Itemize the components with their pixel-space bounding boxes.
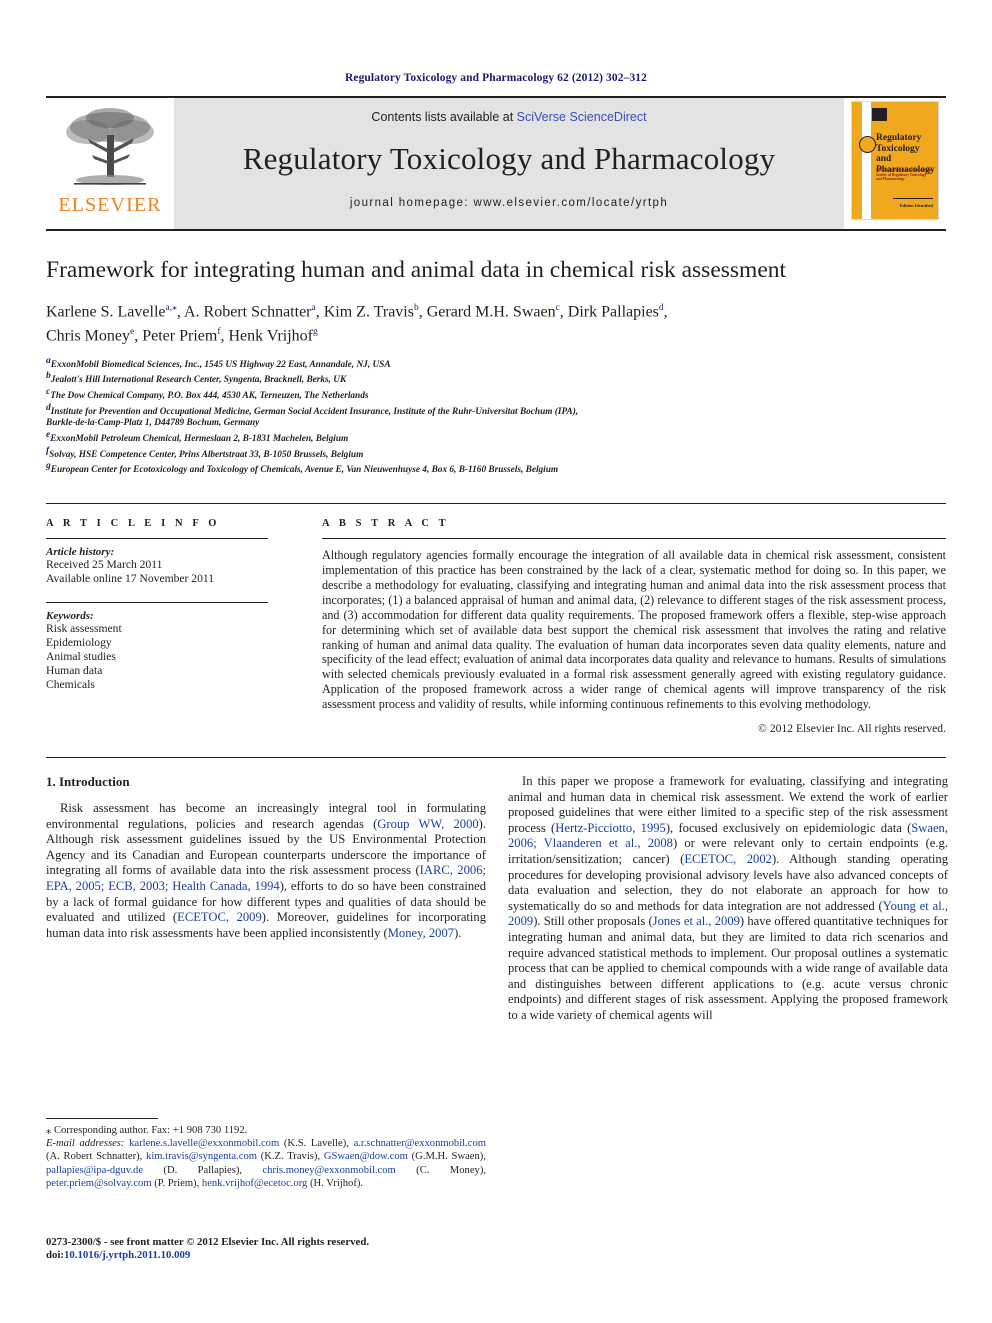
author-3: Gerard M.H. Swaen: [426, 303, 556, 321]
email-link[interactable]: GSwaen@dow.com: [324, 1151, 408, 1162]
abstract-copyright: © 2012 Elsevier Inc. All rights reserved…: [758, 722, 946, 736]
journal-article-page: Regulatory Toxicology and Pharmacology 6…: [0, 0, 992, 1323]
issn-line: 0273-2300/$ - see front matter © 2012 El…: [46, 1236, 370, 1248]
info-abstract-row: A R T I C L E I N F O Article history: R…: [46, 503, 946, 735]
email-link[interactable]: chris.money@exxonmobil.com: [262, 1165, 395, 1176]
journal-cover-thumbnail: Regulatory Toxicology and Pharmacology O…: [844, 98, 946, 229]
author-0-sup: a,⁎: [165, 303, 177, 313]
cover-divider: [893, 198, 933, 199]
affiliation-d-cont: Burkle-de-la-Camp-Platz 1, D44789 Bochum…: [46, 418, 260, 429]
intro-paragraph-left: Risk assessment has become an increasing…: [46, 801, 487, 940]
cover-elsevier-mark-icon: [872, 108, 887, 121]
footnote-block: ⁎ Corresponding author. Fax: +1 908 730 …: [46, 1118, 486, 1190]
cover-ring-icon: [859, 136, 876, 153]
elsevier-wordmark: ELSEVIER: [58, 194, 162, 216]
keyword-item: Animal studies: [46, 650, 116, 664]
body-columns: 1. Introduction Risk assessment has beco…: [46, 757, 948, 1026]
author-5-sup: e: [130, 327, 135, 338]
footnote-rule: [46, 1118, 158, 1119]
email-link[interactable]: peter.priem@solvay.com: [46, 1178, 152, 1189]
cover-footer: Edition Identified: [899, 203, 933, 208]
keywords-group: Keywords: Risk assessment Epidemiology A…: [46, 602, 314, 692]
author-4-sup: d: [658, 303, 664, 313]
doi-line: doi:10.1016/j.yrtph.2011.10.009: [46, 1249, 191, 1262]
author-3-sup: c: [555, 303, 560, 313]
cover-subtitle: Official Journal of the International So…: [876, 168, 932, 182]
email-link[interactable]: kim.travis@syngenta.com: [146, 1151, 257, 1162]
affiliation-f: fSolvay, HSE Competence Center, Prins Al…: [46, 445, 364, 460]
affiliation-list: aExxonMobil Biomedical Sciences, Inc., 1…: [46, 356, 946, 477]
article-info-rule-top: [46, 538, 268, 540]
email-link[interactable]: pallapies@ipa-dguv.de: [46, 1165, 143, 1176]
author-6: Peter Priem: [142, 327, 218, 345]
page-title: Framework for integrating human and anim…: [46, 257, 787, 283]
citation-link[interactable]: Jones et al., 2009: [653, 914, 740, 928]
contents-available-line: Contents lists available at SciVerse Sci…: [371, 110, 646, 124]
article-available-online: Available online 17 November 2011: [46, 572, 215, 586]
journal-title: Regulatory Toxicology and Pharmacology: [242, 141, 776, 176]
body-column-left: 1. Introduction Risk assessment has beco…: [46, 774, 486, 1026]
author-1: A. Robert Schnatter: [183, 303, 312, 321]
citation-link[interactable]: ECETOC, 2002: [684, 852, 772, 866]
author-list: Karlene S. Lavellea,⁎, A. Robert Schnatt…: [46, 303, 668, 345]
abstract-text: Although regulatory agencies formally en…: [322, 548, 946, 712]
affiliation-g: gEuropean Center for Ecotoxicology and T…: [46, 461, 559, 476]
keyword-item: Chemicals: [46, 678, 95, 692]
affiliation-b: bJealott's Hill International Research C…: [46, 371, 347, 386]
affiliation-a: aExxonMobil Biomedical Sciences, Inc., 1…: [46, 355, 391, 370]
email-link[interactable]: henk.vrijhof@ecetoc.org: [202, 1178, 307, 1189]
keyword-item: Risk assessment: [46, 622, 122, 636]
affiliation-e: eExxonMobil Petroleum Chemical, Hermesla…: [46, 430, 349, 445]
email-link[interactable]: karlene.s.lavelle@exxonmobil.com: [129, 1138, 279, 1149]
sciencedirect-link[interactable]: SciVerse ScienceDirect: [517, 110, 647, 124]
journal-masthead: ELSEVIER Contents lists available at Sci…: [46, 96, 946, 229]
citation-link[interactable]: Hertz-Picciotto, 1995: [555, 821, 666, 835]
keyword-item: Epidemiology: [46, 636, 112, 650]
author-2: Kim Z. Travis: [323, 303, 414, 321]
section-heading-introduction: 1. Introduction: [46, 774, 130, 790]
author-4: Dirk Pallapies: [567, 303, 659, 321]
abstract-rule: [322, 538, 946, 540]
contents-prefix: Contents lists available at: [371, 110, 517, 124]
journal-homepage[interactable]: journal homepage: www.elsevier.com/locat…: [350, 197, 668, 209]
intro-paragraph-right: In this paper we propose a framework for…: [508, 774, 949, 1022]
doi-link[interactable]: 10.1016/j.yrtph.2011.10.009: [64, 1249, 190, 1261]
elsevier-logo: ELSEVIER: [46, 98, 174, 229]
author-2-sup: b: [413, 303, 419, 313]
issn-doi-block: 0273-2300/$ - see front matter © 2012 El…: [46, 1236, 486, 1263]
article-info-heading: A R T I C L E I N F O: [46, 518, 221, 530]
masthead-bottom-rule: [46, 229, 946, 231]
cover-stripe: [862, 102, 871, 219]
citation-link[interactable]: ECETOC, 2009: [177, 910, 262, 924]
article-info-column: A R T I C L E I N F O Article history: R…: [46, 518, 314, 735]
author-6-sup: f: [217, 327, 221, 338]
affiliation-c: cThe Dow Chemical Company, P.O. Box 444,…: [46, 387, 369, 402]
citation-link[interactable]: Money, 2007: [388, 926, 454, 940]
article-title-block: Framework for integrating human and anim…: [46, 257, 946, 477]
cover-image: Regulatory Toxicology and Pharmacology O…: [851, 101, 939, 220]
journal-band: Contents lists available at SciVerse Sci…: [174, 98, 844, 229]
email-link[interactable]: a.r.schnatter@exxonmobil.com: [354, 1138, 486, 1149]
author-7-sup: g: [313, 327, 318, 338]
article-received: Received 25 March 2011: [46, 558, 163, 572]
author-0: Karlene S. Lavelle: [46, 303, 166, 321]
citation-link[interactable]: Group WW, 2000: [377, 817, 478, 831]
abstract-heading: A B S T R A C T: [322, 518, 450, 530]
article-history-label: Article history:: [46, 546, 115, 559]
running-head: Regulatory Toxicology and Pharmacology 6…: [344, 72, 648, 84]
body-column-right: In this paper we propose a framework for…: [508, 774, 948, 1026]
email-addresses-note: E-mail addresses: karlene.s.lavelle@exxo…: [46, 1138, 486, 1189]
keywords-label: Keywords:: [46, 610, 94, 623]
author-1-sup: a: [311, 303, 316, 313]
keywords-rule: [46, 602, 268, 604]
affiliation-d: dInstitute for Prevention and Occupation…: [46, 402, 579, 417]
author-5: Chris Money: [46, 327, 130, 345]
keyword-item: Human data: [46, 664, 103, 678]
elsevier-tree-icon: [66, 108, 154, 185]
email-label: E-mail addresses:: [46, 1138, 125, 1150]
abstract-column: A B S T R A C T Although regulatory agen…: [314, 518, 946, 735]
corresponding-author-note: ⁎ Corresponding author. Fax: +1 908 730 …: [46, 1125, 248, 1136]
author-7: Henk Vrijhof: [228, 327, 313, 345]
